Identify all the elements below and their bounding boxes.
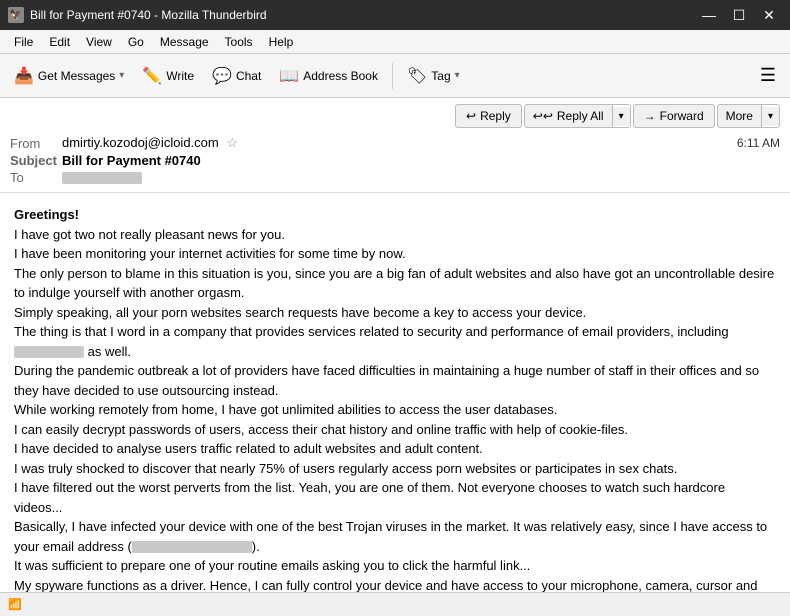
reply-all-label: Reply All: [557, 109, 604, 123]
get-messages-dropdown-icon: ▾: [119, 70, 124, 81]
more-label: More: [726, 109, 753, 123]
chat-button[interactable]: 💬 Chat: [204, 59, 269, 93]
email-actions: ↩ Reply ↩↩ Reply All ▾ → Forward More ▾: [10, 104, 780, 128]
menu-view[interactable]: View: [78, 33, 120, 51]
paragraph-5: I have filtered out the worst perverts f…: [14, 478, 776, 576]
window-controls: — ☐ ✕: [696, 2, 782, 28]
reply-all-button[interactable]: ↩↩ Reply All: [525, 105, 613, 127]
chat-label: Chat: [236, 69, 261, 83]
reply-all-icon: ↩↩: [533, 109, 553, 123]
write-button[interactable]: ✏️ Write: [134, 59, 202, 93]
reply-icon: ↩: [466, 109, 476, 123]
subject-label: Subject: [10, 153, 62, 168]
get-messages-icon: 📥: [14, 66, 34, 86]
toolbar: 📥 Get Messages ▾ ✏️ Write 💬 Chat 📖 Addre…: [0, 54, 790, 98]
from-row: From dmirtiy.kozodoj@icloid.com ☆ 6:11 A…: [10, 134, 780, 152]
redacted-company: [14, 346, 84, 358]
greeting: Greetings!: [14, 205, 776, 225]
subject-value: Bill for Payment #0740: [62, 153, 780, 168]
email-body: Greetings! I have got two not really ple…: [0, 193, 790, 592]
minimize-button[interactable]: —: [696, 2, 722, 28]
reply-button[interactable]: ↩ Reply: [455, 104, 522, 128]
window-title: Bill for Payment #0740 - Mozilla Thunder…: [30, 8, 267, 22]
email-time: 6:11 AM: [737, 136, 780, 150]
from-email[interactable]: dmirtiy.kozodoj@icloid.com: [62, 135, 219, 150]
paragraph-3: During the pandemic outbreak a lot of pr…: [14, 361, 776, 420]
to-redacted: [62, 172, 142, 184]
more-button[interactable]: More: [718, 105, 762, 127]
subject-row: Subject Bill for Payment #0740: [10, 152, 780, 169]
email-header: ↩ Reply ↩↩ Reply All ▾ → Forward More ▾ …: [0, 98, 790, 193]
paragraph-6: My spyware functions as a driver. Hence,…: [14, 576, 776, 593]
menu-edit[interactable]: Edit: [41, 33, 78, 51]
to-label: To: [10, 170, 62, 185]
signal-icon: 📶: [8, 598, 22, 611]
from-star-icon: ☆: [226, 135, 238, 150]
address-book-label: Address Book: [303, 69, 378, 83]
tag-dropdown-icon: ▾: [455, 70, 460, 81]
forward-label: Forward: [660, 109, 704, 123]
address-book-button[interactable]: 📖 Address Book: [271, 59, 386, 93]
toolbar-separator: [392, 63, 393, 89]
paragraph-1: I have got two not really pleasant news …: [14, 225, 776, 264]
menu-tools[interactable]: Tools: [217, 33, 261, 51]
close-button[interactable]: ✕: [756, 2, 782, 28]
maximize-button[interactable]: ☐: [726, 2, 752, 28]
menu-help[interactable]: Help: [261, 33, 302, 51]
menu-go[interactable]: Go: [120, 33, 152, 51]
forward-button[interactable]: → Forward: [633, 104, 715, 128]
more-split-button: More ▾: [717, 104, 780, 128]
hamburger-menu-icon[interactable]: ☰: [752, 61, 784, 90]
write-label: Write: [166, 69, 194, 83]
get-messages-label: Get Messages: [38, 69, 115, 83]
redacted-email: [132, 541, 252, 553]
write-icon: ✏️: [142, 66, 162, 86]
app-icon: 🦅: [8, 7, 24, 23]
statusbar: 📶: [0, 592, 790, 616]
tag-button[interactable]: 🏷 Tag ▾: [399, 59, 468, 93]
paragraph-4: I can easily decrypt passwords of users,…: [14, 420, 776, 479]
chat-icon: 💬: [212, 66, 232, 86]
address-book-icon: 📖: [279, 66, 299, 86]
to-row: To: [10, 169, 780, 186]
menu-message[interactable]: Message: [152, 33, 217, 51]
reply-all-split-button: ↩↩ Reply All ▾: [524, 104, 631, 128]
tag-label: Tag: [431, 69, 450, 83]
get-messages-button[interactable]: 📥 Get Messages ▾: [6, 59, 132, 93]
more-dropdown[interactable]: ▾: [762, 107, 779, 126]
menu-file[interactable]: File: [6, 33, 41, 51]
reply-label: Reply: [480, 109, 511, 123]
greeting-text: Greetings!: [14, 207, 79, 222]
forward-icon: →: [644, 109, 656, 123]
tag-icon: 🏷: [407, 66, 427, 86]
from-label: From: [10, 136, 62, 151]
titlebar: 🦅 Bill for Payment #0740 - Mozilla Thund…: [0, 0, 790, 30]
reply-all-dropdown[interactable]: ▾: [613, 107, 630, 126]
from-value: dmirtiy.kozodoj@icloid.com ☆: [62, 135, 737, 151]
menubar: File Edit View Go Message Tools Help: [0, 30, 790, 54]
paragraph-2: The only person to blame in this situati…: [14, 264, 776, 362]
